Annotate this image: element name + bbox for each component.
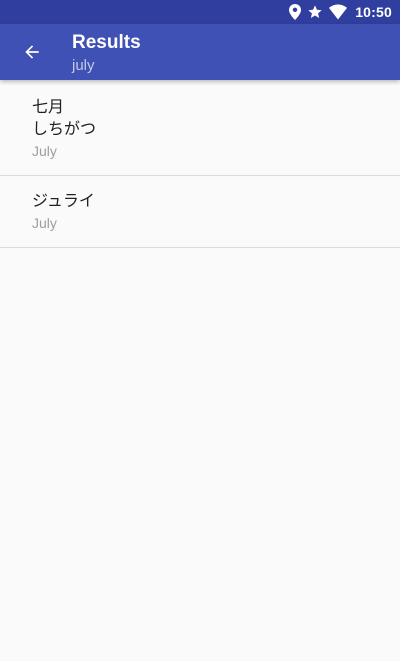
wifi-icon bbox=[329, 4, 348, 20]
search-query-subtitle: july bbox=[72, 57, 95, 74]
result-item-2[interactable]: ジュライ July bbox=[0, 176, 400, 248]
app-bar: Results july bbox=[0, 24, 400, 80]
results-list: 七月 しちがつ July ジュライ July bbox=[0, 80, 400, 248]
status-icons: 10:50 bbox=[283, 0, 392, 24]
location-icon bbox=[289, 4, 302, 20]
back-button[interactable] bbox=[12, 32, 52, 72]
result-term: ジュライ bbox=[32, 191, 95, 210]
arrow-back-icon bbox=[22, 42, 42, 62]
result-term: 七月 bbox=[32, 97, 65, 116]
status-bar: 10:50 bbox=[0, 0, 400, 24]
result-meaning: July bbox=[32, 143, 57, 159]
page-title: Results bbox=[72, 32, 141, 53]
result-reading: しちがつ bbox=[32, 119, 97, 138]
star-icon bbox=[307, 4, 323, 20]
status-time: 10:50 bbox=[355, 4, 392, 20]
result-item-1[interactable]: 七月 しちがつ July bbox=[0, 80, 400, 176]
result-meaning: July bbox=[32, 215, 57, 231]
